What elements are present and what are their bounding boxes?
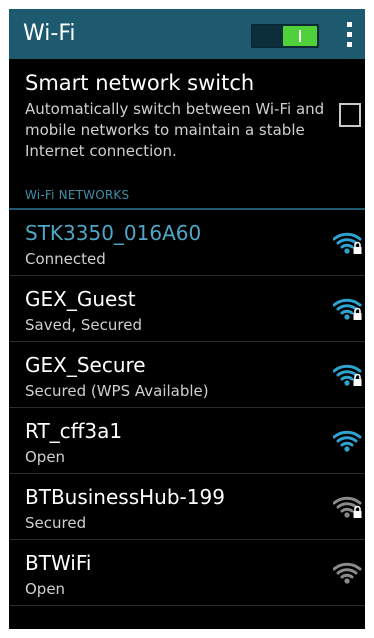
- wifi-signal-icon: [333, 430, 362, 452]
- network-list: STK3350_016A60 Connected GEX_Guest Saved, S…: [9, 210, 365, 606]
- smart-network-switch-checkbox[interactable]: [339, 103, 361, 127]
- page-title: Wi-Fi: [23, 21, 76, 46]
- network-status: Secured (WPS Available): [25, 382, 209, 400]
- network-status: Saved, Secured: [25, 316, 142, 334]
- network-name: STK3350_016A60: [25, 221, 202, 245]
- network-list-item[interactable]: BTWiFi Open: [9, 540, 365, 606]
- network-list-item[interactable]: RT_cff3a1 Open: [9, 408, 365, 474]
- network-list-item[interactable]: STK3350_016A60 Connected: [9, 210, 365, 276]
- wifi-lock-icon: [333, 364, 362, 386]
- network-status: Secured: [25, 514, 87, 532]
- network-name: GEX_Guest: [25, 287, 136, 311]
- wifi-settings-screen: Wi-Fi Smart network switch Automatically…: [9, 9, 365, 629]
- network-name: GEX_Secure: [25, 353, 146, 377]
- network-list-item[interactable]: GEX_Guest Saved, Secured: [9, 276, 365, 342]
- wifi-lock-icon: [333, 298, 362, 320]
- action-bar: Wi-Fi: [9, 9, 365, 59]
- network-name: BTWiFi: [25, 551, 92, 575]
- network-name: RT_cff3a1: [25, 419, 123, 443]
- network-list-item[interactable]: GEX_Secure Secured (WPS Available): [9, 342, 365, 408]
- smart-network-switch-description: Automatically switch between Wi-Fi and m…: [25, 100, 325, 160]
- network-status: Open: [25, 580, 66, 598]
- toggle-thumb: [283, 26, 317, 46]
- wifi-toggle[interactable]: [251, 24, 319, 48]
- network-status: Connected: [25, 250, 106, 268]
- network-name: BTBusinessHub-199: [25, 485, 225, 509]
- overflow-menu-icon[interactable]: [337, 21, 361, 49]
- wifi-signal-icon: [333, 562, 362, 584]
- network-list-item[interactable]: BTBusinessHub-199 Secured: [9, 474, 365, 540]
- network-status: Open: [25, 448, 66, 466]
- section-header: Wi-Fi NETWORKS: [25, 188, 130, 202]
- wifi-lock-icon: [333, 232, 362, 254]
- smart-network-switch-row[interactable]: Smart network switch Automatically switc…: [9, 59, 365, 175]
- wifi-lock-icon: [333, 496, 362, 518]
- smart-network-switch-title: Smart network switch: [25, 71, 255, 95]
